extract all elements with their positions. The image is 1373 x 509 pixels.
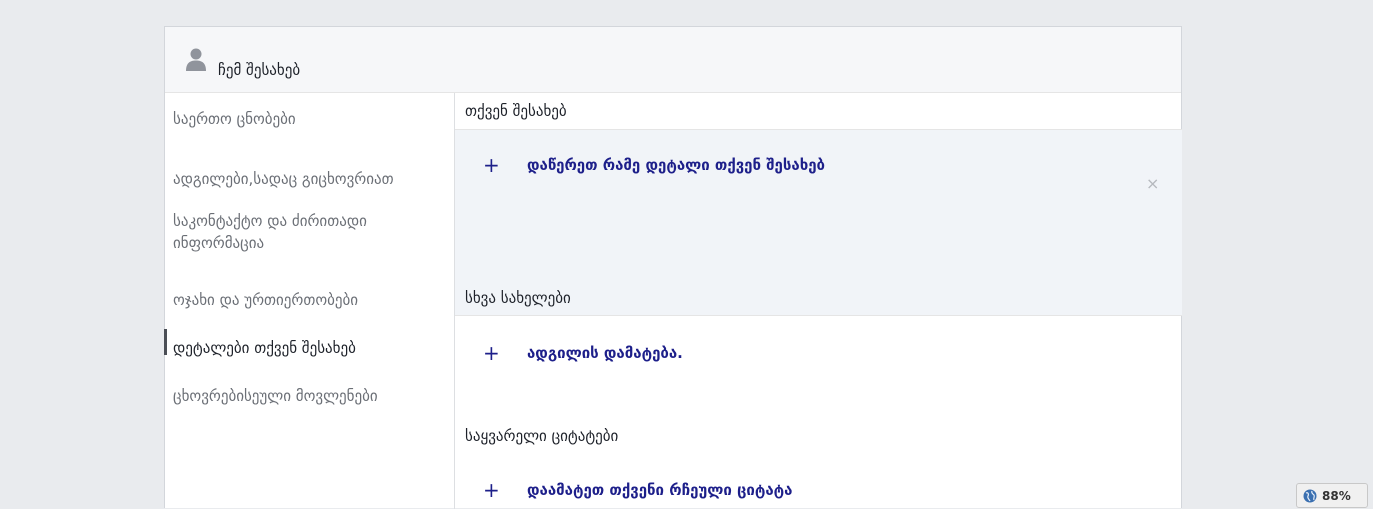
sidebar-item-places-lived[interactable]: ადგილები,სადაც გიცხოვრიათ (173, 168, 449, 190)
add-quote-link[interactable]: + დაამატეთ თქვენი რჩეული ციტატა (483, 475, 792, 505)
sidebar-item-family-relationships[interactable]: ოჯახი და ურთიერთობები (173, 289, 449, 311)
sidebar: საერთო ცნობები ადგილები,სადაც გიცხოვრიათ… (164, 93, 455, 509)
section-heading-quotes: საყვარელი ციტატები (465, 427, 619, 445)
sidebar-item-contact-basic-info[interactable]: საკონტაქტო და ძირითადი ინფორმაცია (173, 210, 449, 254)
sidebar-item-life-events[interactable]: ცხოვრებისეული მოვლენები (173, 385, 449, 407)
zoom-value: 88% (1322, 488, 1351, 503)
sidebar-item-details-about-you[interactable]: დეტალები თქვენ შესახებ (173, 337, 449, 359)
sidebar-item-overview[interactable]: საერთო ცნობები (173, 108, 449, 130)
globe-icon (1303, 489, 1317, 502)
page-title: ჩემ შესახებ (218, 61, 301, 79)
user-silhouette-icon (186, 48, 206, 71)
add-quote-label: დაამატეთ თქვენი რჩეული ციტატა (527, 481, 793, 499)
add-about-details-label: დაწერეთ რამე დეტალი თქვენ შესახებ (527, 156, 825, 174)
about-card: ჩემ შესახებ საერთო ცნობები ადგილები,სადა… (164, 26, 1182, 509)
card-header: ჩემ შესახებ (165, 27, 1181, 93)
zoom-indicator[interactable]: 88% (1296, 483, 1368, 508)
active-indicator (164, 329, 167, 355)
section-heading-other-names: სხვა სახელები (455, 280, 1182, 316)
add-place-label: ადგილის დამატება. (527, 344, 683, 362)
section-heading-about: თქვენ შესახებ (465, 102, 567, 120)
content-panel: თქვენ შესახებ + დაწერეთ რამე დეტალი თქვე… (455, 93, 1182, 509)
close-icon[interactable]: × (1146, 174, 1159, 193)
plus-icon: + (483, 478, 500, 502)
plus-icon: + (483, 153, 500, 177)
plus-icon: + (483, 341, 500, 365)
add-place-link[interactable]: + ადგილის დამატება. (483, 338, 683, 368)
add-about-details-link[interactable]: + დაწერეთ რამე დეტალი თქვენ შესახებ (483, 150, 825, 180)
